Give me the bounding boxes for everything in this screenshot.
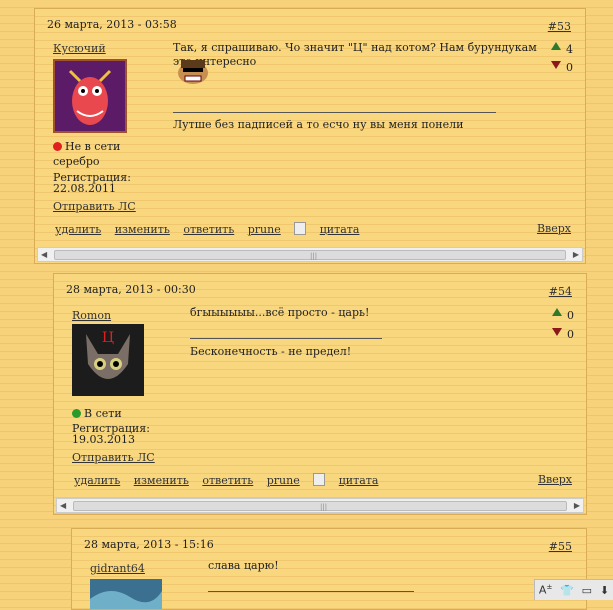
- edit-link[interactable]: изменить: [115, 223, 170, 236]
- status-dot-icon: [53, 142, 62, 151]
- scroll-left-icon[interactable]: ◀: [41, 250, 47, 259]
- avatar-letter: Ц: [102, 330, 114, 346]
- forum-post: 26 марта, 2013 - 03:58 #53 Кусючий Не в …: [34, 8, 586, 264]
- author-link[interactable]: Кусючий: [53, 42, 106, 55]
- forum-post: 28 марта, 2013 - 15:16 #55 gidrant64 сла…: [71, 528, 587, 610]
- post-actions: удалить изменить ответить prune цитата: [55, 222, 369, 236]
- download-icon[interactable]: ⬇: [600, 584, 609, 597]
- post-date: 28 марта, 2013 - 00:30: [66, 283, 196, 296]
- avatar: [53, 59, 127, 133]
- online-status: Не в сети: [53, 140, 120, 153]
- forum-post: 28 марта, 2013 - 00:30 #54 Romon Ц В сет…: [53, 273, 587, 515]
- author-link[interactable]: gidrant64: [90, 562, 145, 575]
- vote-up-count: 0: [567, 309, 574, 322]
- post-date: 28 марта, 2013 - 15:16: [84, 538, 214, 551]
- edit-link[interactable]: изменить: [134, 474, 189, 487]
- signature-divider: [208, 591, 414, 592]
- reply-link[interactable]: ответить: [183, 223, 234, 236]
- post-message: слава царю!: [208, 559, 279, 572]
- vote-down-count: 0: [567, 328, 574, 341]
- vote-down-count: 0: [566, 61, 573, 74]
- vote-down-icon[interactable]: [552, 328, 562, 336]
- vote-down-icon[interactable]: [551, 61, 561, 69]
- author-link[interactable]: Romon: [72, 309, 111, 322]
- delete-link[interactable]: удалить: [74, 474, 120, 487]
- horizontal-scrollbar[interactable]: ◀ ||| ▶: [56, 498, 584, 513]
- horizontal-scrollbar[interactable]: ◀ ||| ▶: [37, 247, 583, 262]
- quote-icon[interactable]: [294, 222, 307, 235]
- shirt-icon[interactable]: 👕: [560, 584, 574, 597]
- avatar: [90, 579, 162, 609]
- text-size-icon[interactable]: A±: [539, 583, 552, 597]
- signature: Лутше без падписей а то есчо ну вы меня …: [173, 118, 464, 131]
- grip-icon: |||: [320, 503, 328, 511]
- back-to-top-link[interactable]: Вверх: [537, 222, 571, 235]
- quote-link[interactable]: цитата: [339, 474, 379, 487]
- send-pm-link[interactable]: Отправить ЛС: [53, 200, 136, 213]
- vote-up-icon[interactable]: [552, 308, 562, 316]
- scroll-right-icon[interactable]: ▶: [573, 250, 579, 259]
- post-number-link[interactable]: #55: [549, 540, 572, 553]
- post-number-link[interactable]: #54: [549, 285, 572, 298]
- window-icon[interactable]: ▭: [582, 584, 592, 597]
- post-date: 26 марта, 2013 - 03:58: [47, 18, 177, 31]
- online-status: В сети: [72, 407, 122, 420]
- back-to-top-link[interactable]: Вверх: [538, 473, 572, 486]
- post-actions: удалить изменить ответить prune цитата: [74, 473, 388, 487]
- prune-link[interactable]: prune: [248, 223, 281, 236]
- quote-icon[interactable]: [313, 473, 326, 486]
- status-dot-icon: [72, 409, 81, 418]
- prune-link[interactable]: prune: [267, 474, 300, 487]
- smiley-icon: [175, 56, 211, 89]
- scroll-left-icon[interactable]: ◀: [60, 501, 66, 510]
- send-pm-link[interactable]: Отправить ЛС: [72, 451, 155, 464]
- reply-link[interactable]: ответить: [202, 474, 253, 487]
- vote-up-icon[interactable]: [551, 42, 561, 50]
- scrollbar-thumb[interactable]: |||: [54, 250, 566, 260]
- signature: Бесконечность - не предел!: [190, 345, 352, 358]
- vote-up-count: 4: [566, 43, 573, 56]
- quote-link[interactable]: цитата: [320, 223, 360, 236]
- browser-toolbar: A± 👕 ▭ ⬇: [534, 579, 613, 600]
- scrollbar-thumb[interactable]: |||: [73, 501, 567, 511]
- registration-date: 19.03.2013: [72, 433, 135, 446]
- post-message: Так, я спрашиваю. Чо значит "Ц" над кото…: [173, 41, 537, 68]
- post-message: бгыыыыыы...всё просто - царь!: [190, 306, 370, 319]
- delete-link[interactable]: удалить: [55, 223, 101, 236]
- user-rank: серебро: [53, 155, 100, 168]
- avatar: Ц: [72, 324, 144, 396]
- registration-date: 22.08.2011: [53, 182, 116, 195]
- post-number-link[interactable]: #53: [548, 20, 571, 33]
- scroll-right-icon[interactable]: ▶: [574, 501, 580, 510]
- signature-divider: [173, 112, 496, 113]
- grip-icon: |||: [310, 252, 318, 260]
- signature-divider: [190, 338, 382, 339]
